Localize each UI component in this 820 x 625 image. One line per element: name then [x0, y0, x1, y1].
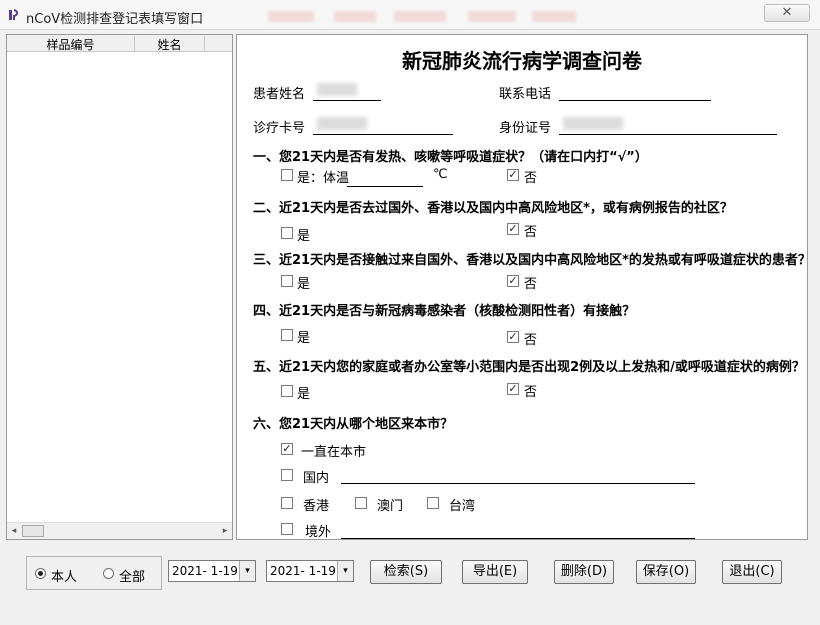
id-number-field[interactable]	[559, 134, 777, 135]
card-number-label: 诊疗卡号	[253, 121, 306, 136]
q3-no-label: 否	[524, 277, 538, 292]
q6-taiwan-label: 台湾	[449, 499, 476, 514]
radio-self-label[interactable]: 本人	[51, 566, 77, 585]
blurred-tab	[334, 11, 376, 22]
q3-yes-label: 是	[297, 277, 311, 292]
q4-no-label: 否	[524, 333, 538, 348]
temperature-unit: ℃	[433, 167, 448, 182]
id-number-label: 身份证号	[499, 121, 552, 136]
q2-no-checkbox[interactable]: ✓	[507, 223, 519, 235]
q6-taiwan-checkbox[interactable]	[427, 497, 439, 509]
blurred-tab	[394, 11, 446, 22]
question-2: 二、近21天内是否去过国外、香港以及国内中高风险地区*，或有病例报告的社区？	[253, 201, 733, 216]
q4-yes-checkbox[interactable]	[281, 329, 293, 341]
q3-no-checkbox[interactable]: ✓	[507, 275, 519, 287]
radio-all[interactable]	[103, 568, 114, 579]
q6-abroad-checkbox[interactable]	[281, 523, 293, 535]
scroll-left-icon[interactable]: ◂	[7, 523, 21, 539]
phone-field[interactable]	[559, 100, 711, 101]
patient-name-value	[317, 83, 357, 96]
delete-button[interactable]: 删除(D)	[554, 560, 614, 584]
question-4: 四、近21天内是否与新冠病毒感染者（核酸检测阳性者）有接触？	[253, 304, 636, 319]
q2-yes-checkbox[interactable]	[281, 227, 293, 239]
q5-yes-checkbox[interactable]	[281, 385, 293, 397]
q6-macau-checkbox[interactable]	[355, 497, 367, 509]
app-icon	[9, 9, 18, 20]
radio-self[interactable]	[35, 568, 46, 579]
horizontal-scrollbar[interactable]: ◂ ▸	[7, 522, 232, 539]
column-header-name[interactable]: 姓名	[135, 36, 205, 52]
q6-abroad-label: 境外	[305, 525, 332, 540]
date-to-value: 2021- 1-19	[270, 564, 336, 578]
scroll-thumb[interactable]	[22, 525, 44, 537]
q4-no-checkbox[interactable]: ✓	[507, 331, 519, 343]
q6-domestic-checkbox[interactable]	[281, 469, 293, 481]
q6-macau-label: 澳门	[377, 499, 404, 514]
question-3: 三、近21天内是否接触过来自国外、香港以及国内中高风险地区*的发热或有呼吸道症状…	[253, 253, 808, 268]
check-icon: ✓	[508, 274, 518, 287]
dropdown-arrow-icon[interactable]: ▾	[239, 561, 255, 581]
card-number-value	[317, 117, 367, 130]
q5-no-checkbox[interactable]: ✓	[507, 383, 519, 395]
date-to-picker[interactable]: 2021- 1-19 ▾	[266, 560, 354, 582]
exit-button[interactable]: 退出(C)	[722, 560, 782, 584]
radio-all-label[interactable]: 全部	[119, 566, 145, 585]
q1-no-checkbox[interactable]: ✓	[507, 169, 519, 181]
q1-yes-label: 是：体温	[297, 171, 350, 186]
check-icon: ✓	[508, 330, 518, 343]
question-1: 一、您21天内是否有发热、咳嗽等呼吸道症状？（请在口内打“√”）	[253, 150, 648, 165]
column-header-sample-id[interactable]: 样品编号	[7, 36, 135, 52]
q3-yes-checkbox[interactable]	[281, 275, 293, 287]
save-button[interactable]: 保存(O)	[636, 560, 696, 584]
q1-yes-checkbox[interactable]	[281, 169, 293, 181]
q6-hongkong-label: 香港	[303, 499, 330, 514]
q1-no-label: 否	[524, 171, 538, 186]
phone-label: 联系电话	[499, 87, 552, 102]
bottom-toolbar: 本人 全部 2021- 1-19 ▾ 2021- 1-19 ▾ 检索(S) 导出…	[6, 546, 814, 602]
form-title: 新冠肺炎流行病学调查问卷	[402, 49, 642, 73]
search-button[interactable]: 检索(S)	[370, 560, 442, 584]
abroad-region-field[interactable]	[341, 538, 695, 539]
check-icon: ✓	[508, 222, 518, 235]
q6-hongkong-checkbox[interactable]	[281, 497, 293, 509]
q5-yes-label: 是	[297, 387, 311, 402]
blurred-tab	[532, 11, 576, 22]
check-icon: ✓	[508, 168, 518, 181]
q4-yes-label: 是	[297, 331, 311, 346]
q6-domestic-label: 国内	[303, 471, 330, 486]
check-icon: ✓	[282, 442, 292, 455]
dropdown-arrow-icon[interactable]: ▾	[337, 561, 353, 581]
window-title: nCoV检测排查登记表填写窗口	[26, 12, 204, 27]
title-bar: nCoV检测排查登记表填写窗口 ✕	[0, 0, 820, 30]
scope-radio-group: 本人 全部	[26, 556, 162, 590]
q5-no-label: 否	[524, 385, 538, 400]
q6-local-checkbox[interactable]: ✓	[281, 443, 293, 455]
close-button[interactable]: ✕	[764, 4, 810, 22]
patient-name-label: 患者姓名	[253, 87, 306, 102]
close-icon: ✕	[781, 5, 793, 20]
date-from-picker[interactable]: 2021- 1-19 ▾	[168, 560, 256, 582]
check-icon: ✓	[508, 382, 518, 395]
id-number-value	[563, 117, 623, 130]
patient-name-field[interactable]	[313, 100, 381, 101]
blurred-tab	[468, 11, 516, 22]
q6-local-label: 一直在本市	[301, 445, 367, 460]
card-number-field[interactable]	[313, 134, 453, 135]
export-button[interactable]: 导出(E)	[462, 560, 528, 584]
domestic-region-field[interactable]	[341, 483, 695, 484]
blurred-tab	[268, 11, 314, 22]
record-list[interactable]: 样品编号 姓名 ◂ ▸	[6, 34, 233, 540]
date-from-value: 2021- 1-19	[172, 564, 238, 578]
questionnaire-form: 新冠肺炎流行病学调查问卷 患者姓名 联系电话 诊疗卡号 身份证号 一、您21天内…	[236, 34, 808, 540]
q2-no-label: 否	[524, 225, 538, 240]
scroll-right-icon[interactable]: ▸	[218, 523, 232, 539]
temperature-field[interactable]	[347, 186, 423, 187]
list-header: 样品编号 姓名	[7, 35, 232, 52]
q2-yes-label: 是	[297, 229, 311, 244]
question-6: 六、您21天内从哪个地区来本市？	[253, 417, 454, 432]
question-5: 五、近21天内您的家庭或者办公室等小范围内是否出现2例及以上发热和/或呼吸道症状…	[253, 360, 805, 375]
